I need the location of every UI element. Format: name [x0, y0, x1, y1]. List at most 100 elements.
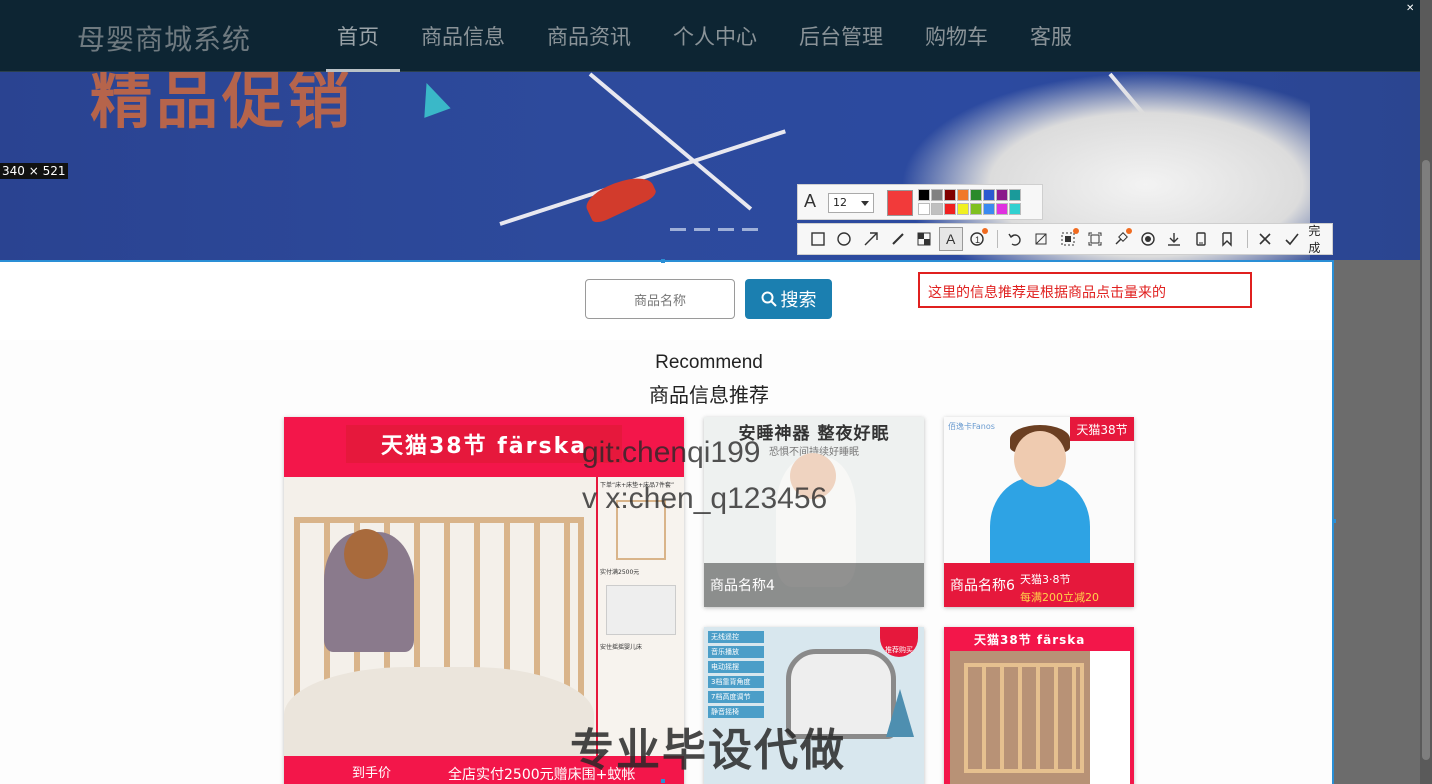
watermark-service: 专业毕设代做 [570, 725, 846, 776]
color-swatch[interactable] [931, 189, 943, 201]
carousel-dot[interactable] [670, 228, 686, 231]
feature-item: 7档高度调节 [708, 691, 764, 703]
bookmark-icon[interactable] [1216, 227, 1240, 251]
card-top-text: 天猫38节 färska [346, 425, 622, 463]
color-swatch[interactable] [957, 189, 969, 201]
font-icon: A [804, 191, 817, 211]
carousel-indicators[interactable] [670, 228, 758, 231]
annotation-toolbar: A 1 完成 [797, 223, 1333, 255]
card-top-text: 天猫38节 färska [974, 633, 1086, 647]
annotation-textbox[interactable]: 这里的信息推荐是根据商品点击量来的 [918, 272, 1252, 308]
color-swatch[interactable] [931, 203, 943, 215]
banner-title: 精品促销 [90, 72, 355, 137]
svg-text:A: A [946, 231, 956, 247]
nav-item-cart[interactable]: 购物车 [904, 0, 1009, 72]
brand-logo: 佰逸卡Fanos [948, 422, 995, 431]
feature-item: 电动摇摆 [708, 661, 764, 673]
color-swatch[interactable] [957, 203, 969, 215]
cancel-icon[interactable] [1253, 227, 1277, 251]
color-swatch[interactable] [918, 189, 930, 201]
site-brand[interactable]: 母婴商城系统 [77, 18, 251, 58]
number-tool-icon[interactable]: 1 [966, 227, 990, 251]
feature-item: 无线遥控 [708, 631, 764, 643]
color-swatch[interactable] [970, 189, 982, 201]
color-swatch[interactable] [944, 189, 956, 201]
selection-dimension-label: 340 × 521 [0, 163, 68, 179]
toolbar-divider [1247, 230, 1249, 248]
side-text: 安住摇摇婴儿床 [600, 644, 643, 651]
close-icon[interactable]: ✕ [1406, 4, 1416, 14]
search-bar: 商品名称 搜索 这里的信息推荐是根据商品点击量来的 [0, 262, 1332, 340]
page-scrollbar[interactable] [1420, 0, 1432, 784]
phone-icon[interactable] [1189, 227, 1213, 251]
nav-item-news[interactable]: 商品资讯 [526, 0, 652, 72]
pin-icon[interactable] [1109, 227, 1133, 251]
text-tool-icon[interactable]: A [938, 227, 963, 251]
carousel-dot[interactable] [718, 228, 734, 231]
color-swatch[interactable] [970, 203, 982, 215]
product-name-label: 商品名称6 [950, 578, 1015, 594]
check-icon[interactable] [1280, 227, 1304, 251]
color-swatch[interactable] [918, 203, 930, 215]
done-button[interactable]: 完成 [1308, 222, 1332, 256]
nav-item-home[interactable]: 首页 [316, 0, 400, 72]
current-color-swatch[interactable] [887, 190, 913, 216]
product-card[interactable]: 天猫38节 färska [944, 627, 1134, 784]
selection-handle[interactable] [661, 259, 665, 263]
nav-item-profile[interactable]: 个人中心 [652, 0, 778, 72]
color-swatch[interactable] [944, 203, 956, 215]
price-label: 到手价 [352, 766, 392, 781]
color-swatch[interactable] [983, 189, 995, 201]
ocr-icon[interactable] [1056, 227, 1080, 251]
screenshot-dim-overlay [1334, 260, 1420, 784]
record-icon[interactable] [1136, 227, 1160, 251]
selection-handle[interactable] [1332, 519, 1336, 523]
search-input[interactable]: 商品名称 [585, 279, 735, 319]
arrow-tool-icon[interactable] [859, 227, 883, 251]
crop-icon[interactable] [1030, 227, 1054, 251]
tree-decoration [886, 689, 914, 737]
pen-tool-icon[interactable] [886, 227, 910, 251]
nav-item-products[interactable]: 商品信息 [400, 0, 526, 72]
recommend-badge: 推荐购买 [880, 627, 918, 657]
font-size-value: 12 [833, 196, 847, 209]
color-swatch[interactable] [1009, 203, 1021, 215]
child-face-image [1014, 431, 1066, 487]
search-icon [761, 291, 777, 307]
top-navigation: 母婴商城系统 首页 商品信息 商品资讯 个人中心 后台管理 购物车 客服 ✕ [0, 0, 1420, 72]
badge-dot [982, 228, 989, 234]
badge-dot [1125, 228, 1132, 234]
nav-item-service[interactable]: 客服 [1009, 0, 1093, 72]
carousel-dot[interactable] [694, 228, 710, 231]
search-button-label: 搜索 [780, 290, 817, 311]
product-name-label: 商品名称4 [704, 563, 924, 607]
nav-item-admin[interactable]: 后台管理 [778, 0, 904, 72]
scroll-capture-icon[interactable] [1083, 227, 1107, 251]
color-swatch[interactable] [983, 203, 995, 215]
rectangle-tool-icon[interactable] [806, 227, 830, 251]
scrollbar-thumb[interactable] [1422, 160, 1430, 760]
page: 母婴商城系统 首页 商品信息 商品资讯 个人中心 后台管理 购物车 客服 ✕ 精… [0, 0, 1432, 784]
undo-icon[interactable] [1003, 227, 1027, 251]
search-button[interactable]: 搜索 [745, 279, 832, 319]
toolbar-divider [997, 230, 999, 248]
selection-handle[interactable] [661, 779, 665, 783]
color-swatch[interactable] [996, 203, 1008, 215]
color-swatch[interactable] [1009, 189, 1021, 201]
feature-list: 无线遥控 音乐播放 电动摇摆 3档靠背角度 7档高度调节 静音摇椅 [708, 631, 764, 718]
feature-item: 3档靠背角度 [708, 676, 764, 688]
download-icon[interactable] [1163, 227, 1187, 251]
color-swatch[interactable] [996, 189, 1008, 201]
bedding-thumb-image [606, 585, 676, 635]
mosaic-tool-icon[interactable] [912, 227, 936, 251]
ellipse-tool-icon[interactable] [833, 227, 857, 251]
carousel-dot[interactable] [742, 228, 758, 231]
watermark-wechat: v x:chen_q123456 [582, 482, 828, 515]
chevron-down-icon [861, 201, 869, 206]
promo-tag: 天猫38节 [1070, 417, 1134, 441]
recommend-title-en: Recommend [655, 352, 763, 373]
product-card[interactable]: 佰逸卡Fanos 天猫38节 天猫3·8节 每满200立减20 商品名称6 [944, 417, 1134, 607]
banner-triangle-decoration [413, 78, 451, 118]
font-size-select[interactable]: 12 [828, 193, 874, 213]
crib-image [964, 663, 1084, 773]
